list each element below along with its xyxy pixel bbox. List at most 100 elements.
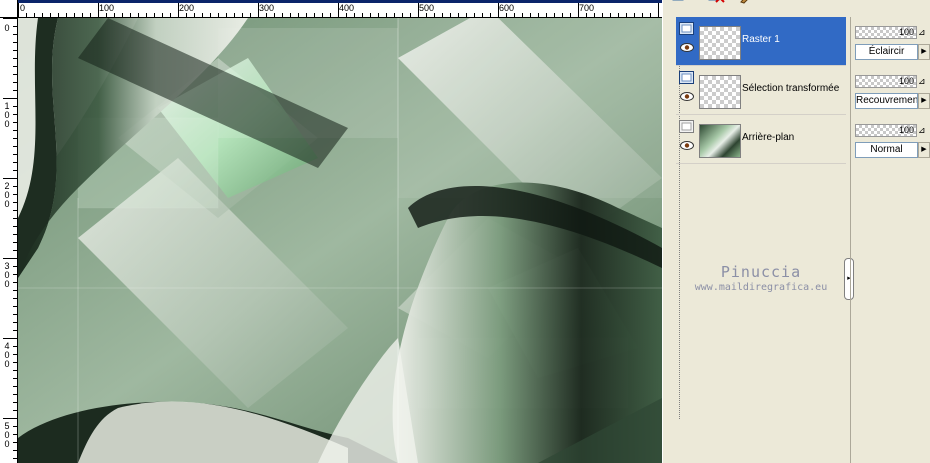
layers-palette: Raster 1 Sélection transformée Arrière-p… bbox=[668, 0, 930, 463]
delete-layer-button[interactable] bbox=[708, 0, 726, 11]
ruler-tick bbox=[13, 426, 17, 427]
ruler-tick bbox=[522, 13, 523, 17]
ruler-tick bbox=[314, 13, 315, 17]
ruler-tick bbox=[226, 13, 227, 17]
ruler-tick bbox=[13, 42, 17, 43]
layer-name: Sélection transformée bbox=[742, 83, 840, 94]
ruler-tick bbox=[490, 13, 491, 17]
ruler-tick bbox=[34, 13, 35, 17]
ruler-tick bbox=[546, 13, 547, 17]
ruler-top-label: 300 bbox=[259, 3, 275, 13]
new-layer-button[interactable] bbox=[672, 0, 690, 11]
ruler-tick bbox=[3, 18, 17, 19]
ruler-tick bbox=[13, 170, 17, 171]
image-canvas[interactable] bbox=[18, 18, 662, 463]
ruler-tick bbox=[13, 370, 17, 371]
opacity-slider[interactable]: 100 bbox=[855, 75, 917, 88]
layers-list: Raster 1 Sélection transformée Arrière-p… bbox=[676, 17, 846, 463]
ruler-tick bbox=[370, 13, 371, 17]
ruler-tick bbox=[13, 458, 17, 459]
ruler-tick bbox=[13, 282, 17, 283]
ruler-tick bbox=[13, 250, 17, 251]
watermark-url: www.maildiregrafica.eu bbox=[694, 282, 828, 293]
ruler-tick bbox=[658, 3, 659, 17]
ruler-top-label: 600 bbox=[499, 3, 515, 13]
layer-thumbnail bbox=[699, 124, 741, 158]
ruler-tick bbox=[186, 13, 187, 17]
layer-thumbnail bbox=[699, 26, 741, 60]
ruler-tick bbox=[162, 13, 163, 17]
ruler-tick bbox=[106, 13, 107, 17]
ruler-tick bbox=[74, 13, 75, 17]
ruler-tick bbox=[138, 13, 139, 17]
layer-row-raster-1[interactable]: Raster 1 bbox=[676, 17, 846, 66]
ruler-tick bbox=[122, 13, 123, 17]
ruler-tick bbox=[13, 290, 17, 291]
ruler-tick bbox=[538, 13, 539, 17]
ruler-tick bbox=[13, 210, 17, 211]
layer-thumbnail bbox=[699, 75, 741, 109]
ruler-tick bbox=[482, 13, 483, 17]
ruler-tick bbox=[234, 13, 235, 17]
ruler-top: 0 100 200 300 400 500 600 700 bbox=[0, 0, 662, 18]
ruler-tick bbox=[194, 13, 195, 17]
eye-icon[interactable] bbox=[680, 141, 694, 150]
eye-icon[interactable] bbox=[680, 43, 694, 52]
ruler-tick bbox=[290, 13, 291, 17]
ruler-tick bbox=[13, 394, 17, 395]
ruler-tick bbox=[13, 90, 17, 91]
ruler-tick bbox=[90, 13, 91, 17]
ruler-tick bbox=[3, 338, 17, 339]
ruler-tick bbox=[13, 138, 17, 139]
ruler-tick bbox=[378, 13, 379, 17]
watermark: Pinuccia www.maildiregrafica.eu bbox=[681, 263, 841, 293]
ruler-tick bbox=[274, 13, 275, 17]
ruler-tick bbox=[18, 3, 19, 17]
opacity-value: 100 bbox=[898, 27, 914, 37]
blend-mode-arrow-icon[interactable]: ▶ bbox=[918, 142, 930, 158]
ruler-tick bbox=[13, 186, 17, 187]
ruler-tick bbox=[13, 266, 17, 267]
ruler-tick bbox=[250, 13, 251, 17]
ruler-top-label: 0 bbox=[20, 3, 26, 13]
ruler-tick bbox=[13, 106, 17, 107]
ruler-tick bbox=[13, 354, 17, 355]
opacity-arrow-icon[interactable]: ⊿ bbox=[918, 76, 926, 87]
ruler-tick bbox=[202, 13, 203, 17]
blend-mode-arrow-icon[interactable]: ▶ bbox=[918, 44, 930, 60]
ruler-tick bbox=[458, 13, 459, 17]
ruler-tick bbox=[13, 234, 17, 235]
blend-mode-select[interactable]: Recouvrement bbox=[855, 93, 918, 109]
ruler-tick bbox=[13, 330, 17, 331]
eye-icon[interactable] bbox=[680, 92, 694, 101]
blend-mode-select[interactable]: Éclaircir bbox=[855, 44, 918, 60]
opacity-slider[interactable]: 100 bbox=[855, 26, 917, 39]
ruler-tick bbox=[13, 130, 17, 131]
layer-row-selection[interactable]: Sélection transformée bbox=[676, 66, 846, 115]
ruler-tick bbox=[66, 13, 67, 17]
opacity-arrow-icon[interactable]: ⊿ bbox=[918, 27, 926, 38]
layer-name: Raster 1 bbox=[742, 34, 780, 45]
ruler-left: 0 100 200 300 400 500 bbox=[0, 18, 18, 463]
ruler-left-label: 0 bbox=[4, 23, 10, 33]
ruler-tick bbox=[530, 13, 531, 17]
opacity-arrow-icon[interactable]: ⊿ bbox=[918, 125, 926, 136]
ruler-tick bbox=[602, 13, 603, 17]
blend-mode-select[interactable]: Normal bbox=[855, 142, 918, 158]
ruler-tick bbox=[13, 378, 17, 379]
ruler-tick bbox=[13, 226, 17, 227]
ruler-tick bbox=[394, 13, 395, 17]
ruler-tick bbox=[514, 13, 515, 17]
layer-properties-background: 100 ⊿ Normal ▶ bbox=[855, 124, 930, 166]
opacity-slider[interactable]: 100 bbox=[855, 124, 917, 137]
blend-mode-arrow-icon[interactable]: ▶ bbox=[918, 93, 930, 109]
brush-button[interactable] bbox=[738, 0, 756, 11]
ruler-tick bbox=[570, 13, 571, 17]
ruler-tick bbox=[410, 13, 411, 17]
ruler-top-label: 500 bbox=[419, 3, 435, 13]
layer-properties-column: 100 ⊿ Éclaircir ▶ 100 ⊿ Recouvrement ▶ 1… bbox=[850, 17, 930, 463]
layers-icon bbox=[672, 0, 684, 1]
ruler-tick bbox=[13, 322, 17, 323]
ruler-top-label: 400 bbox=[339, 3, 355, 13]
layer-row-background[interactable]: Arrière-plan bbox=[676, 115, 846, 164]
